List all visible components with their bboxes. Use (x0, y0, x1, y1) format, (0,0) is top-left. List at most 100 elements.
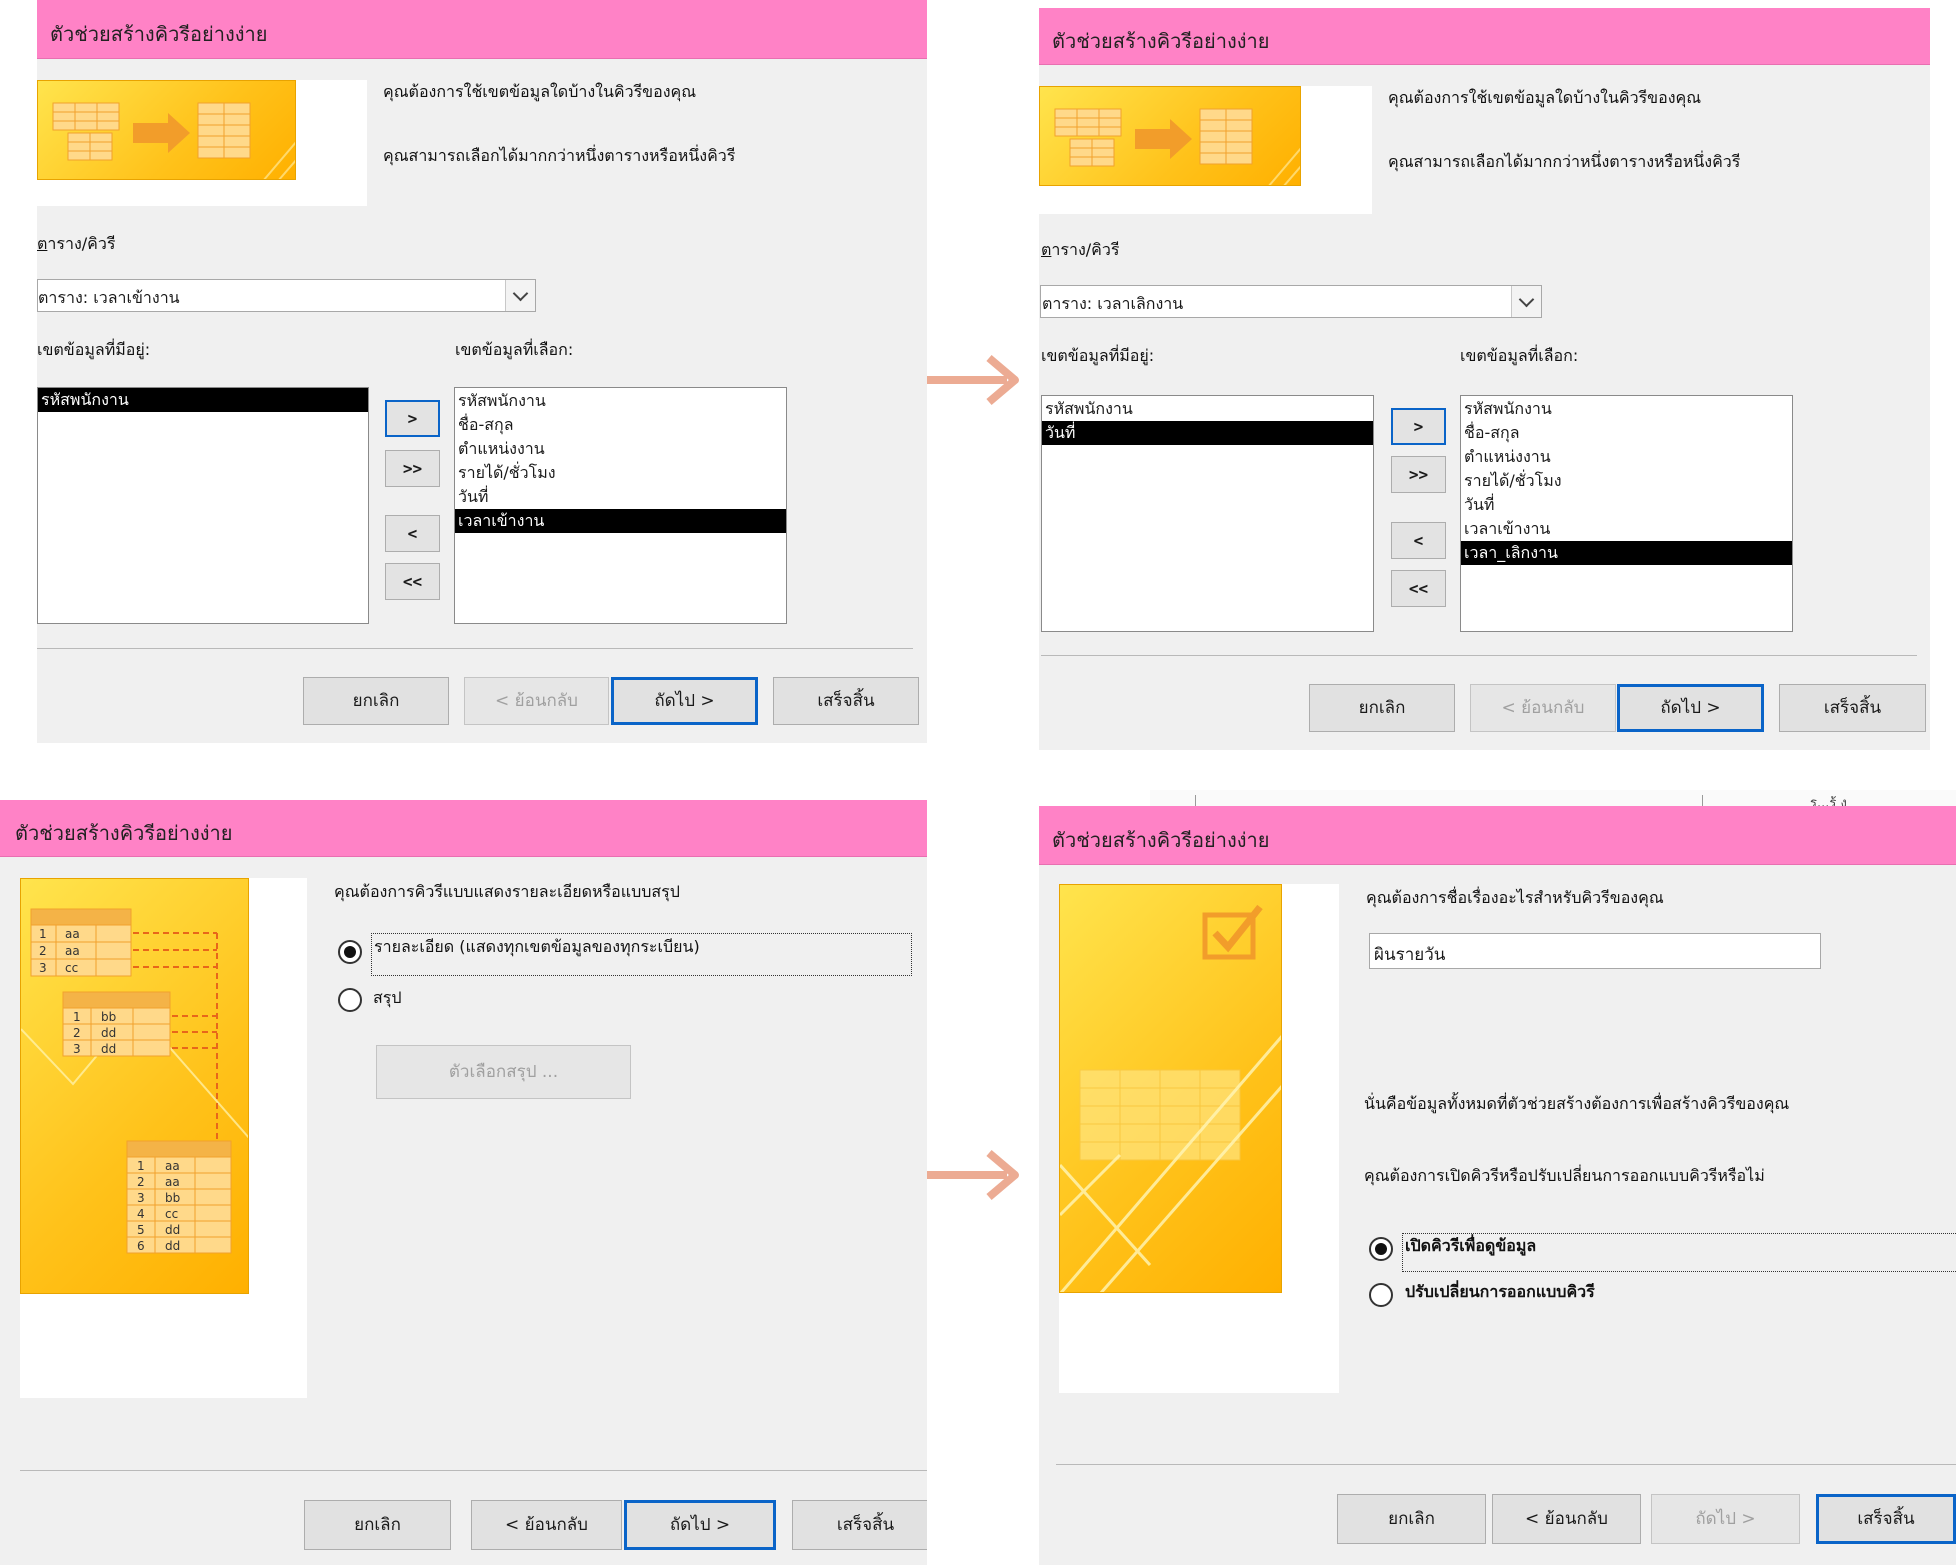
illustration-cell: 2 (73, 1026, 81, 1040)
illustration-cell: dd (165, 1239, 180, 1253)
finish-info-text: นั่นคือข้อมูลทั้งหมดที่ตัวช่วยสร้างต้องก… (1364, 1094, 1790, 1113)
title-prompt: คุณต้องการชื่อเรื่องอะไรสำหรับคิวรีของคุ… (1366, 888, 1664, 907)
list-item[interactable]: รหัสพนักงาน (1461, 397, 1792, 421)
divider (20, 1470, 927, 1471)
summary-option-label[interactable]: สรุป (373, 986, 402, 1011)
list-item[interactable]: วันที่ (1042, 421, 1373, 445)
title-bar: ตัวช่วยสร้างคิวรีอย่างง่าย (1039, 8, 1930, 65)
cancel-button[interactable]: ยกเลิก (304, 1500, 451, 1550)
illustration-cell: 2 (137, 1175, 145, 1189)
divider (1041, 655, 1917, 656)
list-item[interactable]: ตำแหน่งงาน (1461, 445, 1792, 469)
illustration-cell: aa (165, 1175, 180, 1189)
list-item[interactable]: รายได้/ชั่วโมง (1461, 469, 1792, 493)
window-title: ตัวช่วยสร้างคิวรีอย่างง่าย (50, 22, 268, 46)
window-title: ตัวช่วยสร้างคิวรีอย่างง่าย (15, 821, 233, 845)
chevron-down-icon[interactable] (1511, 286, 1541, 317)
add-all-fields-button[interactable]: >> (385, 450, 440, 487)
illustration-cell: aa (65, 927, 80, 941)
multi-table-hint: คุณสามารถเลือกได้มากกว่าหนึ่งตารางหรือหน… (1388, 152, 1741, 171)
table-query-dropdown[interactable]: ตาราง: เวลาเลิกงาน (1040, 285, 1542, 318)
illustration-cell: 3 (73, 1042, 81, 1056)
wizard-banner-image (1039, 86, 1301, 186)
list-item[interactable]: วันที่ (1461, 493, 1792, 517)
illustration-cell: 3 (39, 961, 47, 975)
window-title: ตัวช่วยสร้างคิวรีอย่างง่าย (1052, 828, 1270, 852)
illustration-cell: aa (165, 1159, 180, 1173)
divider (1056, 1464, 1956, 1465)
wizard-panel-detail-summary: ตัวช่วยสร้างคิวรีอย่างง่าย 1 aa 2 aa 3 c… (0, 800, 927, 1565)
add-all-fields-button[interactable]: >> (1391, 456, 1446, 493)
open-or-modify-question: คุณต้องการเปิดคิวรีหรือปรับเปลี่ยนการออก… (1364, 1166, 1765, 1185)
list-item[interactable]: เวลา_เลิกงาน (1461, 541, 1792, 565)
flow-arrow-bottom (927, 1149, 1019, 1201)
available-fields-list[interactable]: รหัสพนักงาน วันที่ (1041, 395, 1374, 632)
fields-prompt: คุณต้องการใช้เขตข้อมูลใดบ้างในคิวรีของคุ… (383, 82, 697, 101)
detail-option-label[interactable]: รายละเอียด (แสดงทุกเขตข้อมูลของทุกระเบีย… (374, 935, 700, 960)
illustration-cell: 5 (137, 1223, 145, 1237)
cancel-button[interactable]: ยกเลิก (1337, 1494, 1486, 1544)
window-title: ตัวช่วยสร้างคิวรีอย่างง่าย (1052, 29, 1270, 53)
list-item[interactable]: รหัสพนักงาน (38, 388, 368, 412)
illustration-cell: cc (65, 961, 78, 975)
list-item[interactable]: เวลาเข้างาน (455, 509, 786, 533)
detail-illustration: 1 aa 2 aa 3 cc 1 bb 2 dd 3 dd 1 aa 2 aa … (21, 908, 248, 1254)
table-query-label: ตาราง/คิวรี (37, 234, 116, 253)
wizard-banner-image (37, 80, 296, 180)
query-title-value: ผินรายวัน (1374, 945, 1446, 965)
list-item[interactable]: เวลาเข้างาน (1461, 517, 1792, 541)
finish-button[interactable]: เสร็จสิ้น (792, 1500, 927, 1550)
open-query-option-label[interactable]: เปิดคิวรีเพื่อดูข้อมูล (1405, 1234, 1536, 1259)
query-title-input[interactable]: ผินรายวัน (1369, 933, 1821, 969)
summary-options-button[interactable]: ตัวเลือกสรุป ... (376, 1045, 631, 1099)
illustration-cell: 3 (137, 1191, 145, 1205)
back-button[interactable]: < ย้อนกลับ (464, 677, 609, 725)
available-fields-list[interactable]: รหัสพนักงาน (37, 387, 369, 624)
list-item[interactable]: ชื่อ-สกุล (455, 413, 786, 437)
table-query-value: ตาราง: เวลาเข้างาน (38, 288, 180, 307)
list-item[interactable]: วันที่ (455, 485, 786, 509)
fields-prompt: คุณต้องการใช้เขตข้อมูลใดบ้างในคิวรีของคุ… (1388, 88, 1702, 107)
list-item[interactable]: ชื่อ-สกุล (1461, 421, 1792, 445)
table-query-dropdown[interactable]: ตาราง: เวลาเข้างาน (37, 279, 536, 312)
finish-button[interactable]: เสร็จสิ้น (1816, 1494, 1956, 1544)
list-item[interactable]: รหัสพนักงาน (1042, 397, 1373, 421)
illustration-cell: 4 (137, 1207, 145, 1221)
next-button[interactable]: ถัดไป > (1617, 684, 1764, 732)
finish-button[interactable]: เสร็จสิ้น (773, 677, 919, 725)
next-button[interactable]: ถัดไป > (1651, 1494, 1800, 1544)
add-field-button[interactable]: > (1391, 408, 1446, 445)
illustration-cell: cc (165, 1207, 178, 1221)
cancel-button[interactable]: ยกเลิก (303, 677, 449, 725)
illustration-cell: bb (165, 1191, 180, 1205)
finish-button[interactable]: เสร็จสิ้น (1779, 684, 1926, 732)
list-item[interactable]: รายได้/ชั่วโมง (455, 461, 786, 485)
detail-radio[interactable] (338, 940, 362, 964)
selected-fields-list[interactable]: รหัสพนักงาน ชื่อ-สกุล ตำแหน่งงาน รายได้/… (1460, 395, 1793, 632)
available-fields-label: เขตข้อมูลที่มีอยู่: (1041, 346, 1155, 365)
back-button[interactable]: < ย้อนกลับ (1470, 684, 1616, 732)
selected-fields-list[interactable]: รหัสพนักงาน ชื่อ-สกุล ตำแหน่งงาน รายได้/… (454, 387, 787, 624)
chevron-down-icon[interactable] (505, 280, 535, 311)
list-item[interactable]: ตำแหน่งงาน (455, 437, 786, 461)
back-button[interactable]: < ย้อนกลับ (471, 1500, 622, 1550)
next-button[interactable]: ถัดไป > (611, 677, 758, 725)
title-bar: ตัวช่วยสร้างคิวรีอย่างง่าย (0, 800, 927, 857)
remove-all-fields-button[interactable]: << (385, 563, 440, 600)
modify-design-radio[interactable] (1369, 1283, 1393, 1307)
wizard-side-image (1059, 884, 1282, 1293)
add-field-button[interactable]: > (385, 400, 440, 437)
modify-design-option-label[interactable]: ปรับเปลี่ยนการออกแบบคิวรี (1405, 1280, 1595, 1305)
remove-field-button[interactable]: < (1391, 522, 1446, 559)
illustration-cell: dd (101, 1026, 116, 1040)
available-fields-label: เขตข้อมูลที่มีอยู่: (37, 340, 151, 359)
remove-all-fields-button[interactable]: << (1391, 570, 1446, 607)
remove-field-button[interactable]: < (385, 515, 440, 552)
summary-radio[interactable] (338, 988, 362, 1012)
next-button[interactable]: ถัดไป > (624, 1500, 776, 1550)
open-query-radio[interactable] (1369, 1237, 1393, 1261)
back-button[interactable]: < ย้อนกลับ (1492, 1494, 1641, 1544)
table-query-value: ตาราง: เวลาเลิกงาน (1042, 294, 1184, 313)
list-item[interactable]: รหัสพนักงาน (455, 389, 786, 413)
cancel-button[interactable]: ยกเลิก (1309, 684, 1455, 732)
